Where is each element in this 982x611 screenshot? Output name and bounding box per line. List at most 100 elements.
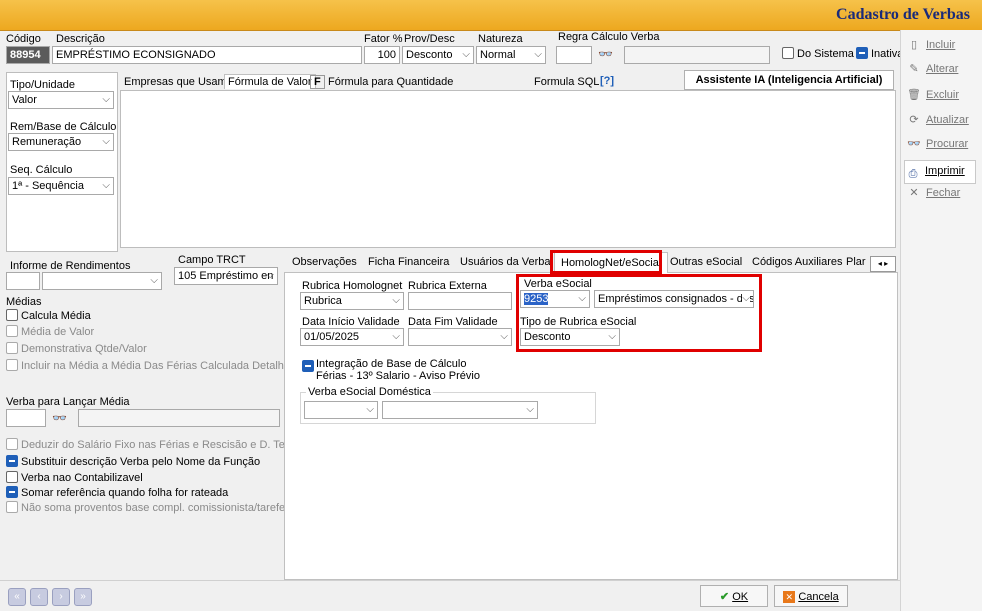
domestica-desc-select[interactable]: ⌵ (382, 401, 538, 419)
binoculars-icon[interactable]: 👓 (598, 47, 613, 61)
tab-observacoes[interactable]: Observações (286, 252, 363, 272)
tab-ficha-financeira[interactable]: Ficha Financeira (362, 252, 455, 272)
chevron-down-icon: ⌵ (462, 49, 470, 60)
data-fim-label: Data Fim Validade (408, 316, 498, 328)
excluir-label: Excluir (926, 88, 960, 101)
informe-select[interactable]: ⌵ (42, 272, 162, 290)
rem-select[interactable]: Remuneração ⌵ (8, 133, 114, 151)
next-record-icon[interactable]: › (52, 588, 70, 606)
incluir-label: Incluir (926, 38, 956, 51)
tab-scroll-arrows[interactable]: ◂ ▸ (870, 256, 896, 272)
pencil-icon: ✎ (909, 63, 919, 75)
tab-plar[interactable]: Plar (840, 252, 872, 272)
cancel-icon: ✕ (783, 591, 796, 604)
integracao-checkbox[interactable] (302, 360, 317, 373)
atualizar-button[interactable]: ⟳ Atualizar (906, 113, 974, 135)
trash-icon: 🗑 (907, 89, 921, 101)
chevron-down-icon: ⌵ (534, 49, 542, 60)
tipo-select[interactable]: Valor ⌵ (8, 91, 114, 109)
printer-icon: ⎙ (908, 168, 918, 181)
descricao-field[interactable]: EMPRÉSTIMO ECONSIGNADO (52, 46, 362, 64)
chevron-down-icon: ⌵ (500, 331, 508, 342)
tab-outras-esocial[interactable]: Outras eSocial (664, 252, 748, 272)
fator-field[interactable]: 100 (364, 46, 400, 64)
imprimir-button[interactable]: ⎙ Imprimir (904, 160, 976, 184)
fator-label: Fator % (364, 33, 403, 45)
provdesc-value: Desconto (406, 49, 453, 61)
substituir-descricao-checkbox[interactable]: Substituir descrição Verba pelo Nome da … (6, 455, 260, 468)
assistente-ia-button[interactable]: Assistente IA (Inteligencia Artificial) (684, 70, 894, 90)
do-sistema-checkbox[interactable]: Do Sistema (782, 47, 854, 60)
inativa-checkbox[interactable]: Inativa (856, 47, 900, 60)
sql-help-icon[interactable]: [?] (600, 75, 614, 87)
refresh-icon: ⟳ (909, 114, 919, 126)
incluir-media-ferias-checkbox[interactable]: Incluir na Média a Média Das Férias Calc… (6, 359, 302, 372)
media-valor-label: Média de Valor (21, 326, 95, 338)
alterar-button[interactable]: ✎ Alterar (906, 62, 974, 84)
domestica-code-select[interactable]: ⌵ (304, 401, 378, 419)
regra-label: Regra Cálculo Verba (558, 31, 660, 43)
medias-label: Médias (6, 296, 42, 308)
footer-divider (0, 580, 900, 581)
nao-soma-proventos-checkbox[interactable]: Não soma proventos base compl. comission… (6, 501, 297, 514)
formula-editor[interactable] (120, 90, 896, 248)
excluir-button[interactable]: 🗑 Excluir (906, 88, 974, 110)
binoculars-icon[interactable]: 👓 (52, 411, 67, 425)
procurar-button[interactable]: 👓 Procurar (906, 137, 974, 159)
seq-select[interactable]: 1ª - Sequência ⌵ (8, 177, 114, 195)
integracao-label-1: Integração de Base de Cálculo (316, 358, 467, 370)
regra-field[interactable] (556, 46, 592, 64)
chevron-down-icon: ⌵ (366, 404, 374, 415)
lancar-media-field[interactable] (6, 409, 46, 427)
rubrica-homolog-label: Rubrica Homolognet (302, 280, 403, 292)
nao-soma-proventos-label: Não soma proventos base compl. comission… (21, 502, 298, 514)
demonstrativa-checkbox[interactable]: Demonstrativa Qtde/Valor (6, 342, 147, 355)
nao-contabilizavel-checkbox[interactable]: Verba nao Contabilizavel (6, 471, 143, 484)
tab-formula-sql[interactable]: Formula SQL (534, 76, 599, 88)
checkbox-box (6, 342, 18, 354)
natureza-select[interactable]: Normal ⌵ (476, 46, 546, 64)
tab-formula-quantidade[interactable]: Fórmula para Quantidade (328, 76, 453, 88)
natureza-value: Normal (480, 49, 516, 61)
domestica-label: Verba eSocial Doméstica (306, 386, 433, 398)
substituir-descricao-label: Substituir descrição Verba pelo Nome da … (21, 456, 261, 468)
last-record-icon[interactable]: » (74, 588, 92, 606)
incluir-button[interactable]: ▯ Incluir (906, 38, 974, 60)
checkbox-box (6, 309, 18, 321)
calcula-media-checkbox[interactable]: Calcula Média (6, 309, 91, 322)
rubrica-externa-label: Rubrica Externa (408, 280, 487, 292)
fechar-label: Fechar (926, 186, 961, 199)
codigo-field[interactable]: 88954 (6, 46, 50, 64)
tab-empresas[interactable]: Empresas que Usam (124, 76, 227, 88)
tab-codigos-auxiliares[interactable]: Códigos Auxiliares (746, 252, 849, 272)
provdesc-select[interactable]: Desconto ⌵ (402, 46, 474, 64)
ok-button[interactable]: ✔ OK (700, 585, 768, 607)
imprimir-label: Imprimir (925, 165, 965, 177)
rubrica-homolog-select[interactable]: Rubrica ⌵ (300, 292, 404, 310)
rem-label: Rem/Base de Cálculo (10, 121, 117, 133)
inativa-label: Inativa (871, 48, 900, 60)
informe-code-field[interactable] (6, 272, 40, 290)
cancel-button[interactable]: ✕ Cancela (774, 585, 848, 607)
tab-formula-valor[interactable]: Fórmula de Valor (224, 74, 316, 89)
deduzir-salario-checkbox[interactable]: Deduzir do Salário Fixo nas Férias e Res… (6, 438, 312, 451)
tab-usuarios-verba[interactable]: Usuários da Verba (454, 252, 557, 272)
rubrica-homolog-value: Rubrica (304, 295, 342, 307)
rubrica-externa-field[interactable] (408, 292, 512, 310)
alterar-label: Alterar (926, 62, 959, 75)
data-fim-field[interactable]: ⌵ (408, 328, 512, 346)
prev-record-icon[interactable]: ‹ (30, 588, 48, 606)
data-inicio-field[interactable]: 01/05/2025 ⌵ (300, 328, 404, 346)
calcula-media-label: Calcula Média (21, 310, 91, 322)
check-icon: ✔ (719, 591, 730, 603)
f-icon[interactable]: F (310, 75, 325, 89)
somar-referencia-checkbox[interactable]: Somar referência quando folha for ratead… (6, 486, 228, 499)
media-valor-checkbox[interactable]: Média de Valor (6, 325, 94, 338)
first-record-icon[interactable]: « (8, 588, 26, 606)
seq-value: 1ª - Sequência (12, 180, 84, 192)
data-inicio-label: Data Início Validade (302, 316, 400, 328)
checkbox-box (856, 47, 868, 59)
fechar-button[interactable]: ✕ Fechar (906, 186, 974, 208)
ok-label: OK (732, 591, 749, 603)
trct-select[interactable]: 105 Empréstimo en ⌵ (174, 267, 278, 285)
